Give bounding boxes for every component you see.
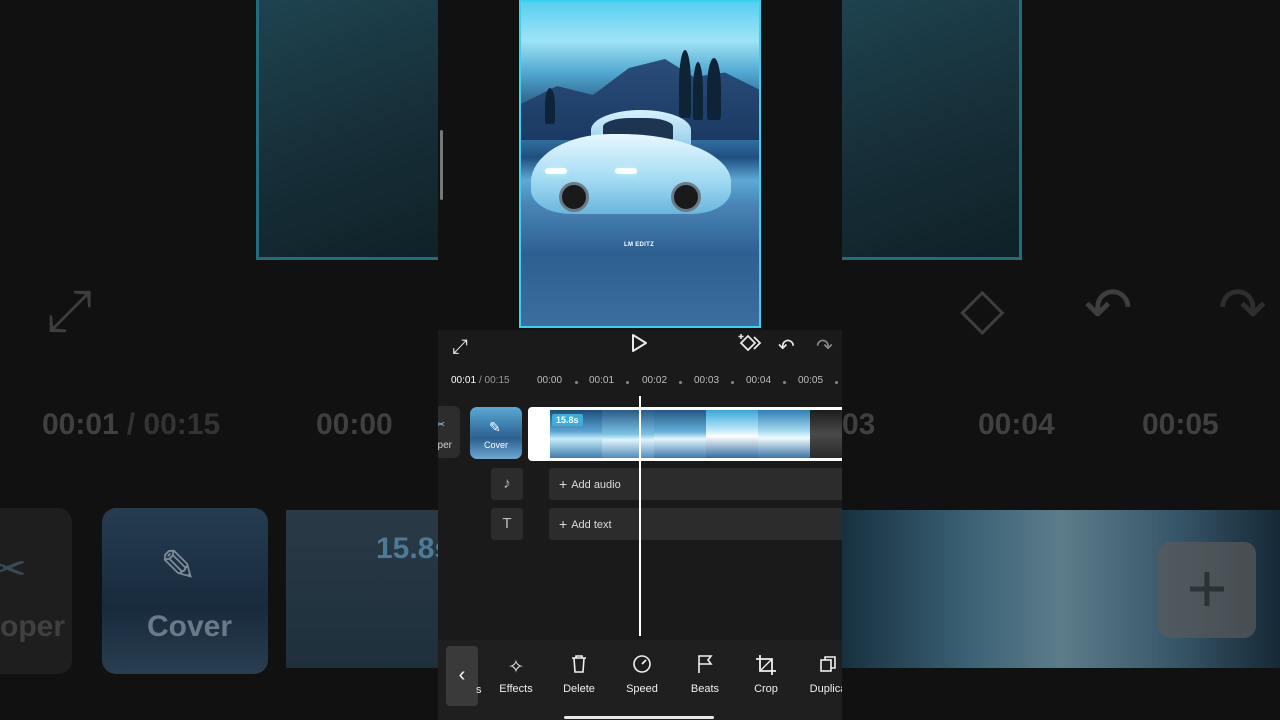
video-clip[interactable]: 15.8s + [528,407,842,461]
timeline-dot [575,381,578,384]
video-watermark: LM EDITZ [624,242,655,248]
back-button[interactable]: ‹ [446,646,478,706]
effects-button[interactable]: ✧ Effects [486,654,546,695]
music-note-icon[interactable]: ♪ [491,468,523,500]
timeline-dot [626,381,629,384]
undo-icon[interactable]: ↶ [778,333,795,361]
plus-icon: + [559,516,568,532]
beats-icon [675,654,735,682]
redo-icon[interactable]: ↷ [816,333,833,361]
beats-label: Beats [690,683,720,695]
timeline-tick: 00:02 [642,375,668,386]
add-text-button[interactable]: + Add text [549,508,842,540]
car-headlight [545,168,567,174]
scroll-handle[interactable] [440,130,443,200]
duplicate-label: Duplica [809,683,842,695]
background-cover [102,508,268,674]
fullscreen-icon[interactable]: ⤢ [452,333,468,361]
delete-icon [549,654,609,682]
add-text-label: Add text [571,519,612,531]
toolbar-partial-label: s [476,684,482,696]
timeline-dot [731,381,734,384]
background-right: ◇ ↶ ↷ 03 00:04 00:05 + [842,0,1280,720]
home-indicator[interactable] [564,716,714,719]
background-keyframe-icon: ◇ [960,276,1005,341]
background-left: ⤢ 00:01/ 00:15 00:00 oper ✂ ✎ Cover 15.8… [0,0,438,720]
background-scissor-icon: ✂ [0,545,27,594]
keyframe-icon[interactable] [738,333,762,361]
clip-frame [602,410,654,458]
clip-frame [706,410,758,458]
timeline-tick: 00:04 [746,375,772,386]
timeline-tick: 00:01 [589,375,615,386]
stopper-button[interactable]: ✂ oper [438,406,460,458]
effects-label: Effects [499,683,533,695]
timeline-tick: 00:05 [798,375,824,386]
background-badge-text: 15.8s [376,532,438,565]
road [521,202,759,326]
beats-button[interactable]: Beats [675,654,735,695]
playhead[interactable] [639,396,641,636]
background-tick: 00:00 [316,408,393,441]
editor: LM EDITZ ⤢ ↶ ↷ 00:01 / 00:15 00:00 00:01… [438,0,842,720]
background-add-icon: + [1158,542,1256,638]
play-icon[interactable] [630,333,648,361]
crop-button[interactable]: Crop [736,654,796,695]
total-time: / 00:15 [479,375,510,386]
clip-duration-badge: 15.8s [552,414,583,426]
crop-label: Crop [754,683,778,695]
background-tick: 03 [842,408,876,441]
edit-icon: ✎ [489,419,501,435]
car-wheel [671,182,701,212]
bottom-toolbar: ‹ s ✧ Effects Delete Speed Beats Crop Du… [438,640,842,720]
background-time-current: 00:01/ 00:15 [42,408,221,441]
delete-label: Delete [563,683,595,695]
delete-button[interactable]: Delete [549,654,609,695]
car [531,110,731,220]
text-icon[interactable]: T [491,508,523,540]
timeline-dot [679,381,682,384]
timeline-tick: 00:00 [537,375,563,386]
stopper-label: oper [438,440,453,451]
current-time: 00:01 [451,375,477,386]
timeline-dot [835,381,838,384]
screen: ⤢ 00:01/ 00:15 00:00 oper ✂ ✎ Cover 15.8… [0,0,1280,720]
crop-icon [736,654,796,682]
speed-label: Speed [626,683,658,695]
background-preview-frame [842,0,1022,260]
effects-icon: ✧ [508,657,524,678]
tree [679,50,691,118]
cover-label: Cover [483,440,508,450]
background-edit-icon: ✎ [160,542,197,591]
background-fullscreen-icon: ⤢ [46,278,93,343]
background-tick: 00:05 [1142,408,1219,441]
background-tick: 00:04 [978,408,1055,441]
background-undo-icon: ↶ [1084,276,1133,341]
speed-icon [612,654,672,682]
car-wheel [559,182,589,212]
background-redo-icon: ↷ [1218,276,1267,341]
car-headlight [615,168,637,174]
plus-icon: + [559,476,568,492]
clip-frame [758,410,810,458]
background-preview-frame [256,0,438,260]
duplicate-button[interactable]: Duplica [798,654,842,695]
duplicate-icon [798,654,842,682]
clip-frame [654,410,706,458]
add-audio-button[interactable]: + Add audio [549,468,842,500]
speed-button[interactable]: Speed [612,654,672,695]
timeline-ruler[interactable]: 00:01 / 00:15 00:00 00:01 00:02 00:03 00… [438,370,842,392]
clip-frame [810,410,842,458]
scissor-icon: ✂ [438,419,446,431]
add-audio-label: Add audio [571,479,621,491]
background-cover-text: Cover [147,610,233,643]
video-preview[interactable]: LM EDITZ [519,0,761,328]
timeline-dot [783,381,786,384]
background-stopper-text: oper [0,610,66,643]
preview-area: LM EDITZ [438,0,842,330]
cover-button[interactable]: ✎ Cover [470,407,522,459]
timeline-tick: 00:03 [694,375,720,386]
preview-controls: ⤢ ↶ ↷ [438,330,842,366]
